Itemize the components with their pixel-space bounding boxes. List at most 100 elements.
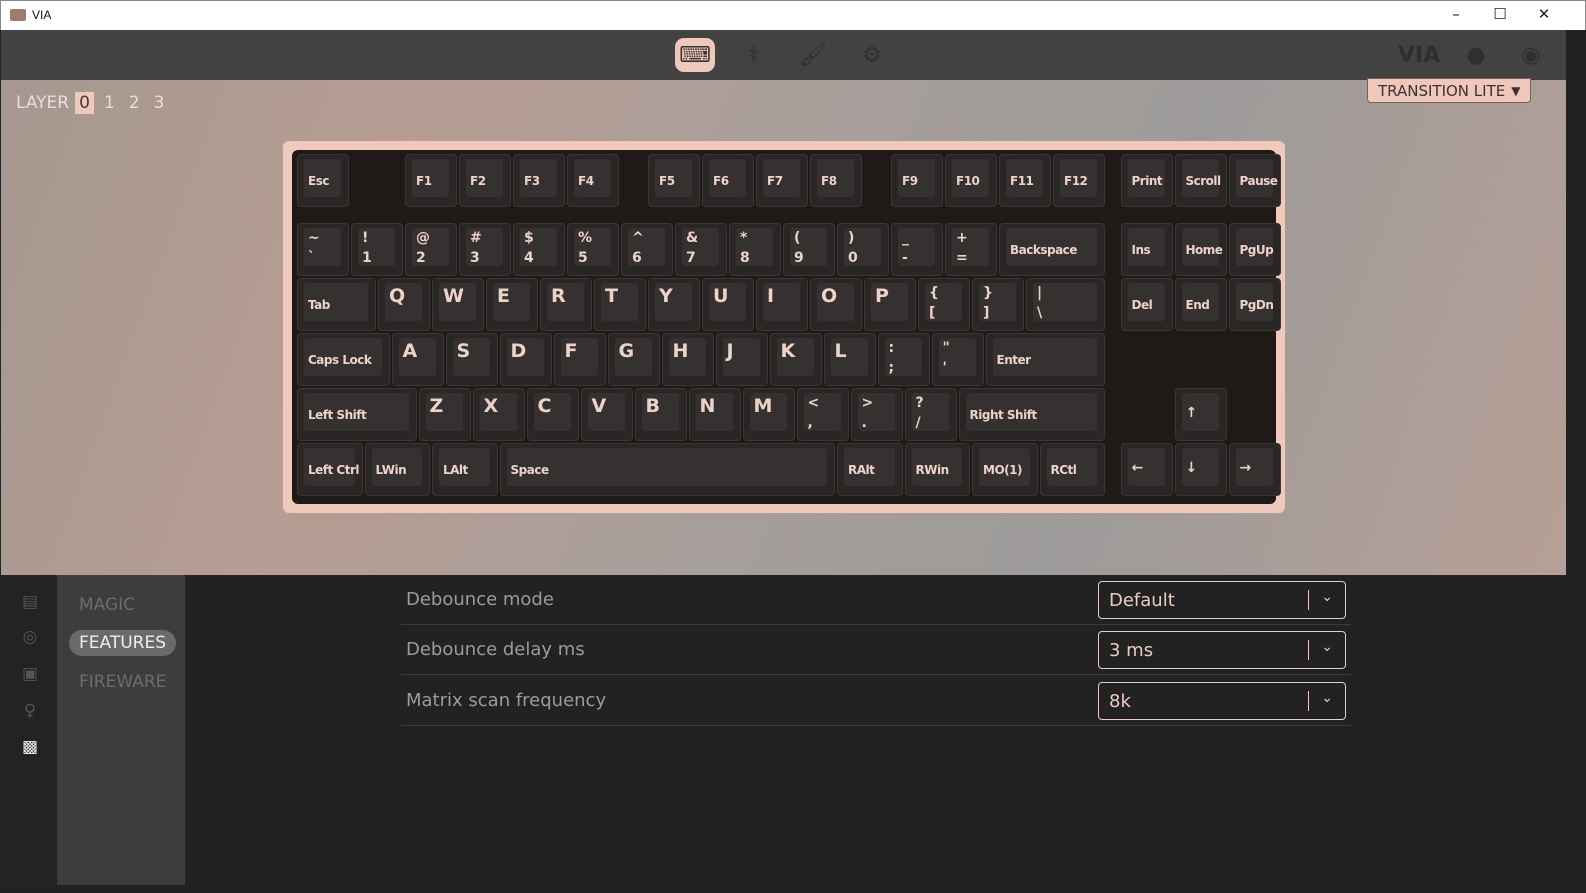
key-home[interactable]: Home [1174,222,1227,276]
key-f11[interactable]: F11 [999,154,1051,207]
key--[interactable]: >. [850,387,903,441]
debounce-delay-select[interactable]: 3 ms ⌄ [1098,631,1346,669]
key-f9[interactable]: F9 [891,154,943,207]
key-f5[interactable]: F5 [648,154,700,207]
key-ins[interactable]: Ins [1120,222,1173,276]
key--[interactable]: + = [945,222,997,276]
key-lalt[interactable]: LAlt [432,442,498,496]
paintbrush-icon[interactable]: 🖌 [793,38,833,72]
key-k[interactable]: K [769,332,822,386]
keyboard-icon[interactable]: ⌨ [675,38,715,72]
key-r[interactable]: R [540,277,592,331]
key-f6[interactable]: F6 [702,154,754,207]
key-j[interactable]: J [715,332,768,386]
lightbulb-icon[interactable]: ♀ [20,701,40,721]
key-rctl[interactable]: RCtl [1039,442,1105,496]
key-y[interactable]: Y [648,277,700,331]
key--[interactable]: ~ ` [297,222,349,276]
key-left-ctrl[interactable]: Left Ctrl [297,442,363,496]
key-l[interactable]: L [823,332,876,386]
key--4[interactable]: $4 [513,222,565,276]
key-esc[interactable]: Esc [297,154,349,207]
key-p[interactable]: P [864,277,916,331]
key--[interactable]: :; [877,332,930,386]
key-z[interactable]: Z [418,387,471,441]
key-pgdn[interactable]: PgDn [1228,277,1281,331]
key-g[interactable]: G [607,332,660,386]
key-b[interactable]: B [634,387,687,441]
key--[interactable]: → [1228,442,1281,496]
menu-fireware[interactable]: FIREWARE [69,669,176,695]
key-s[interactable]: S [445,332,498,386]
key--[interactable]: ? / [904,387,957,441]
key--[interactable]: | \ [1026,277,1105,331]
key-pgup[interactable]: PgUp [1228,222,1281,276]
key--[interactable]: _ - [891,222,943,276]
key-space[interactable]: Space [499,442,835,496]
key--7[interactable]: & 7 [675,222,727,276]
maximize-button[interactable]: ☐ [1485,5,1515,27]
key-i[interactable]: I [756,277,808,331]
key--[interactable]: }] [972,277,1024,331]
key-enter[interactable]: Enter [985,332,1105,386]
key--[interactable]: " ' [931,332,984,386]
key-lwin[interactable]: LWin [364,442,430,496]
key-f[interactable]: F [553,332,606,386]
key--1[interactable]: ! 1 [351,222,403,276]
key--[interactable]: ← [1120,442,1173,496]
key-w[interactable]: W [432,277,484,331]
key-v[interactable]: V [580,387,633,441]
layer-1[interactable]: 1 [100,92,119,114]
layer-2[interactable]: 2 [125,92,144,114]
key--2[interactable]: @2 [405,222,457,276]
gear-icon[interactable]: ⚙ [852,38,892,72]
menu-magic[interactable]: MAGIC [69,592,145,618]
key-backspace[interactable]: Backspace [999,222,1105,276]
key--5[interactable]: % 5 [567,222,619,276]
key-tab[interactable]: Tab [297,277,376,331]
debounce-mode-select[interactable]: Default ⌄ [1098,581,1346,619]
key-caps-lock[interactable]: Caps Lock [297,332,390,386]
chip-icon[interactable]: ▩ [20,737,40,757]
key-f10[interactable]: F10 [945,154,997,207]
key--[interactable]: ↓ [1174,442,1227,496]
key--[interactable]: ↑ [1174,387,1227,441]
key--3[interactable]: #3 [459,222,511,276]
key-del[interactable]: Del [1120,277,1173,331]
key-f12[interactable]: F12 [1053,154,1105,207]
key-d[interactable]: D [499,332,552,386]
key-pause[interactable]: Pause [1228,154,1281,207]
save-icon[interactable]: ▣ [20,664,40,684]
key-ralt[interactable]: RAlt [837,442,903,496]
discord-icon[interactable]: ● [1456,38,1496,72]
layer-0[interactable]: 0 [75,92,94,114]
menu-features[interactable]: FEATURES [69,630,177,656]
key-)0[interactable]: ) 0 [837,222,889,276]
key-f4[interactable]: F4 [567,154,619,207]
key-f3[interactable]: F3 [513,154,565,207]
key-e[interactable]: E [486,277,538,331]
key-print[interactable]: Print [1120,154,1173,207]
key-mo(1)[interactable]: MO(1) [972,442,1038,496]
scan-frequency-select[interactable]: 8k ⌄ [1098,682,1346,720]
key-c[interactable]: C [526,387,579,441]
key-n[interactable]: N [688,387,741,441]
close-button[interactable]: ✕ [1529,5,1559,27]
book-icon[interactable]: ▤ [20,592,40,612]
key-(9[interactable]: (9 [783,222,835,276]
key--[interactable]: {[ [918,277,970,331]
key-end[interactable]: End [1174,277,1227,331]
key-t[interactable]: T [594,277,646,331]
key--[interactable]: <, [796,387,849,441]
key-right-shift[interactable]: Right Shift [958,387,1105,441]
key-a[interactable]: A [391,332,444,386]
stethoscope-icon[interactable]: ⚕ [734,38,774,72]
key-f7[interactable]: F7 [756,154,808,207]
key--6[interactable]: ^ 6 [621,222,673,276]
key--8[interactable]: * 8 [729,222,781,276]
key-f1[interactable]: F1 [405,154,457,207]
keyboard-select[interactable]: TRANSITION LITE ▼ [1367,78,1532,103]
key-m[interactable]: M [742,387,795,441]
key-left-shift[interactable]: Left Shift [297,387,417,441]
record-icon[interactable]: ◎ [20,627,40,647]
